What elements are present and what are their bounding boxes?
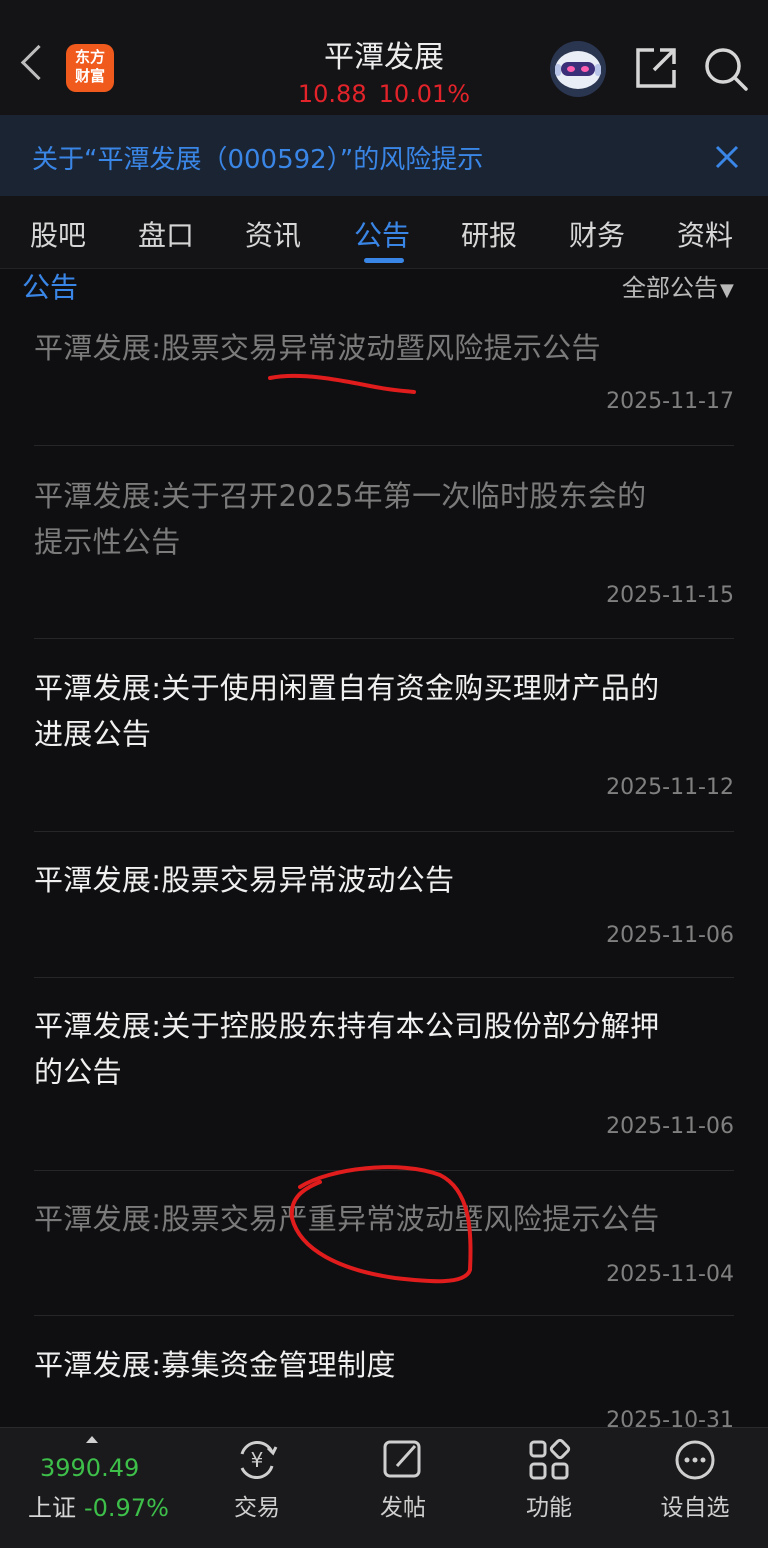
tab-news[interactable]: 资讯 [245, 214, 301, 254]
list-item[interactable]: 平潭发展:股票交易异常波动公告 2025-11-06 [34, 857, 734, 962]
index-change: -0.97% [84, 1494, 169, 1522]
yuan-exchange-icon: ¥ [240, 1441, 278, 1479]
list-item[interactable]: 平潭发展:关于召开2025年第一次临时股东会的 提示性公告 2025-11-15 [34, 473, 734, 623]
announcement-date: 2025-11-12 [606, 775, 734, 800]
grid-function-icon [529, 1438, 571, 1480]
divider [34, 1170, 734, 1171]
share-icon[interactable] [634, 46, 678, 90]
section-title: 公告 [22, 271, 79, 304]
nav-functions-label: 功能 [526, 1495, 572, 1521]
filter-dropdown[interactable]: 全部公告 ▼ [622, 268, 734, 303]
active-tab-indicator [364, 258, 404, 263]
list-item[interactable]: 平潭发展:股票交易严重异常波动暨风险提示公告 2025-11-04 [34, 1196, 734, 1301]
price-value: 10.88 [297, 80, 367, 108]
list-item[interactable]: 平潭发展:关于使用闲置自有资金购买理财产品的 进展公告 2025-11-12 [34, 665, 734, 815]
nav-functions[interactable]: 功能 [499, 1438, 599, 1522]
dropdown-arrow-icon: ▼ [720, 280, 734, 301]
logo-text-bottom: 财富 [74, 67, 105, 85]
index-info[interactable]: 上证 -0.97% [28, 1488, 169, 1523]
announcement-date: 2025-11-06 [606, 923, 734, 948]
announcement-title: 平潭发展:关于控股股东持有本公司股份部分解押 [34, 1009, 660, 1043]
app-logo[interactable]: 东方 财富 [66, 44, 114, 92]
divider [34, 1315, 734, 1316]
nav-post-label: 发帖 [380, 1495, 426, 1521]
logo-text-top: 东方 [74, 48, 105, 66]
index-name: 上证 [28, 1494, 76, 1522]
price-change-pct: 10.01% [378, 80, 471, 108]
nav-post[interactable]: 发帖 [353, 1438, 453, 1522]
index-expand-icon[interactable] [86, 1436, 98, 1443]
announcement-title: 平潭发展:关于召开2025年第一次临时股东会的 [34, 479, 647, 513]
list-item[interactable]: 平潭发展:关于控股股东持有本公司股份部分解押 的公告 2025-11-06 [34, 1003, 734, 1153]
nav-add-watchlist-label: 设自选 [660, 1495, 730, 1521]
edit-post-icon [383, 1440, 421, 1478]
index-value[interactable]: 3990.49 [40, 1454, 139, 1482]
divider [34, 445, 734, 446]
tab-finance[interactable]: 财务 [569, 214, 625, 254]
announcement-title-cont: 的公告 [34, 1055, 122, 1089]
stock-name-title: 平潭发展 [324, 40, 444, 75]
list-item[interactable]: 平潭发展:股票交易异常波动暨风险提示公告 2025-11-17 [34, 325, 734, 440]
divider [34, 977, 734, 978]
robot-assistant-icon[interactable] [547, 40, 609, 98]
announcement-title: 平潭发展:募集资金管理制度 [34, 1348, 396, 1382]
announcement-title-cont: 进展公告 [34, 717, 152, 751]
risk-banner-text[interactable]: 关于“平潭发展（000592）”的风险提示 [32, 139, 483, 176]
divider [34, 831, 734, 832]
search-icon[interactable] [703, 46, 749, 92]
nav-add-watchlist[interactable]: 设自选 [645, 1438, 745, 1522]
tab-announcements[interactable]: 公告 [354, 214, 410, 254]
announcement-title: 平潭发展:股票交易严重异常波动暨风险提示公告 [34, 1202, 660, 1236]
announcement-date: 2025-11-17 [606, 389, 734, 414]
nav-trade-label: 交易 [234, 1495, 280, 1521]
risk-banner[interactable]: 关于“平潭发展（000592）”的风险提示 [0, 115, 768, 196]
announcement-date: 2025-11-15 [606, 583, 734, 608]
announcement-date: 2025-11-04 [606, 1262, 734, 1287]
tab-pankou[interactable]: 盘口 [138, 214, 194, 254]
svg-text:¥: ¥ [251, 1448, 264, 1472]
close-icon[interactable] [714, 144, 740, 170]
tab-guba[interactable]: 股吧 [30, 214, 86, 254]
stock-price: 10.88 10.01% [234, 80, 534, 108]
filter-label: 全部公告 [622, 274, 718, 302]
announcement-title: 平潭发展:关于使用闲置自有资金购买理财产品的 [34, 671, 660, 705]
announcement-title: 平潭发展:股票交易异常波动公告 [34, 863, 455, 897]
tab-profile[interactable]: 资料 [677, 214, 733, 254]
more-dots-icon [675, 1440, 715, 1480]
list-item[interactable]: 平潭发展:募集资金管理制度 2025-10-31 [34, 1342, 734, 1433]
tab-research[interactable]: 研报 [461, 214, 517, 254]
announcement-title: 平潭发展:股票交易异常波动暨风险提示公告 [34, 331, 601, 365]
divider [34, 638, 734, 639]
nav-trade[interactable]: ¥ 交易 [207, 1438, 307, 1522]
announcement-title-cont: 提示性公告 [34, 525, 181, 559]
announcement-date: 2025-11-06 [606, 1114, 734, 1139]
